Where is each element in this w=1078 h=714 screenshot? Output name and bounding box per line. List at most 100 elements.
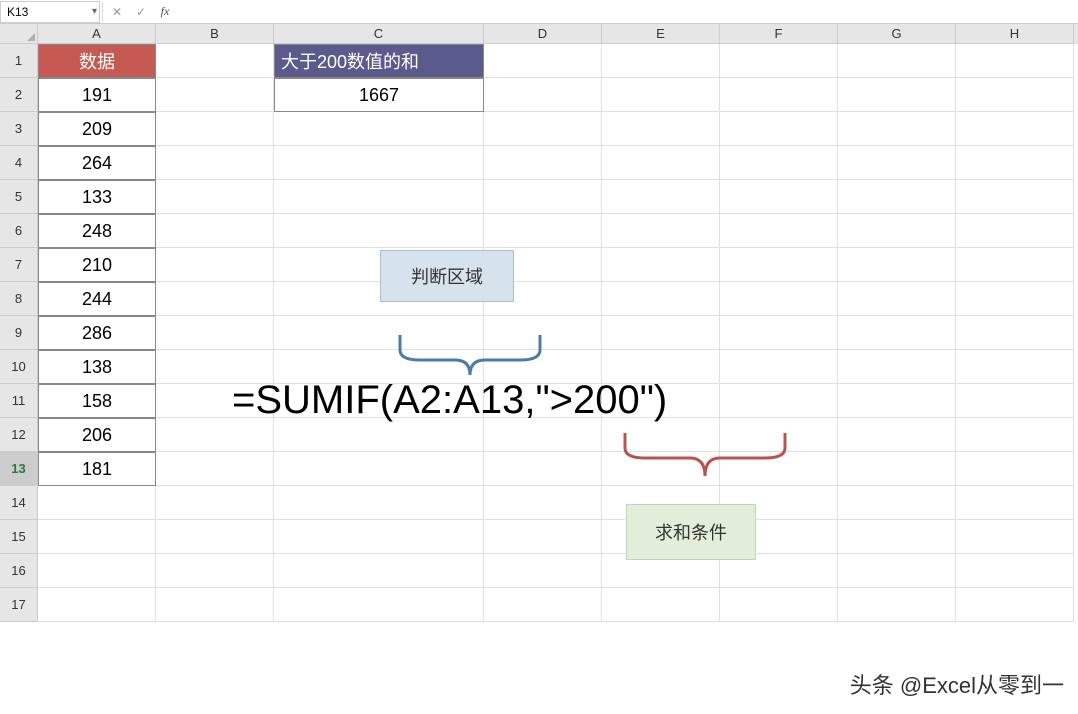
cell[interactable]: 数据: [38, 44, 156, 78]
cell[interactable]: [484, 78, 602, 112]
cell[interactable]: [484, 452, 602, 486]
cell[interactable]: [720, 350, 838, 384]
row-header[interactable]: 17: [0, 588, 38, 622]
cell[interactable]: [38, 554, 156, 588]
cell[interactable]: 1667: [274, 78, 484, 112]
cell[interactable]: [156, 486, 274, 520]
cell[interactable]: [720, 78, 838, 112]
cell[interactable]: [602, 316, 720, 350]
cell[interactable]: [720, 282, 838, 316]
cell[interactable]: [720, 248, 838, 282]
select-all-corner[interactable]: [0, 24, 38, 44]
cell[interactable]: [720, 214, 838, 248]
row-header[interactable]: 7: [0, 248, 38, 282]
cell[interactable]: [274, 554, 484, 588]
cell[interactable]: [602, 78, 720, 112]
formula-input[interactable]: [177, 1, 1078, 23]
cell[interactable]: 248: [38, 214, 156, 248]
cell[interactable]: [274, 520, 484, 554]
cell[interactable]: [484, 486, 602, 520]
cell[interactable]: [838, 384, 956, 418]
cell[interactable]: [838, 350, 956, 384]
row-header[interactable]: 1: [0, 44, 38, 78]
cell[interactable]: [602, 282, 720, 316]
cell[interactable]: [956, 112, 1074, 146]
cell[interactable]: 244: [38, 282, 156, 316]
cell[interactable]: [484, 418, 602, 452]
cell[interactable]: [602, 214, 720, 248]
cell[interactable]: [274, 452, 484, 486]
cell[interactable]: 206: [38, 418, 156, 452]
cell[interactable]: [956, 282, 1074, 316]
cell[interactable]: [956, 78, 1074, 112]
cell[interactable]: 210: [38, 248, 156, 282]
cell[interactable]: [156, 588, 274, 622]
cell[interactable]: [838, 180, 956, 214]
row-header[interactable]: 14: [0, 486, 38, 520]
accept-icon[interactable]: ✓: [129, 1, 153, 23]
row-header[interactable]: 4: [0, 146, 38, 180]
cell[interactable]: [956, 384, 1074, 418]
cell[interactable]: [156, 44, 274, 78]
col-header-E[interactable]: E: [602, 24, 720, 44]
cell[interactable]: [602, 112, 720, 146]
cell[interactable]: [838, 78, 956, 112]
cell[interactable]: [956, 214, 1074, 248]
cell[interactable]: [274, 418, 484, 452]
cell[interactable]: [602, 248, 720, 282]
cell[interactable]: [156, 520, 274, 554]
cell[interactable]: [720, 180, 838, 214]
cell[interactable]: [484, 112, 602, 146]
row-header[interactable]: 9: [0, 316, 38, 350]
row-header[interactable]: 15: [0, 520, 38, 554]
cell[interactable]: [484, 214, 602, 248]
cell[interactable]: [156, 78, 274, 112]
cell[interactable]: [838, 486, 956, 520]
cell[interactable]: [602, 146, 720, 180]
row-header[interactable]: 12: [0, 418, 38, 452]
cell[interactable]: [602, 44, 720, 78]
row-header[interactable]: 10: [0, 350, 38, 384]
col-header-H[interactable]: H: [956, 24, 1074, 44]
cell[interactable]: [156, 316, 274, 350]
name-box-dropdown-icon[interactable]: ▾: [92, 6, 97, 17]
cell[interactable]: 286: [38, 316, 156, 350]
row-header[interactable]: 13: [0, 452, 38, 486]
cell[interactable]: [156, 418, 274, 452]
cell[interactable]: [274, 180, 484, 214]
cell[interactable]: [484, 180, 602, 214]
cell[interactable]: [156, 248, 274, 282]
cell[interactable]: [720, 588, 838, 622]
cell[interactable]: [720, 316, 838, 350]
cell[interactable]: 158: [38, 384, 156, 418]
row-header[interactable]: 6: [0, 214, 38, 248]
cell[interactable]: [956, 452, 1074, 486]
row-header[interactable]: 3: [0, 112, 38, 146]
cell[interactable]: [484, 146, 602, 180]
cell[interactable]: [838, 316, 956, 350]
cell[interactable]: [602, 588, 720, 622]
cell[interactable]: [274, 112, 484, 146]
cell[interactable]: [838, 44, 956, 78]
col-header-A[interactable]: A: [38, 24, 156, 44]
cell[interactable]: [838, 214, 956, 248]
cell[interactable]: [484, 588, 602, 622]
cell[interactable]: [38, 520, 156, 554]
cell[interactable]: [956, 316, 1074, 350]
cell[interactable]: [838, 452, 956, 486]
cell[interactable]: [156, 554, 274, 588]
row-header[interactable]: 2: [0, 78, 38, 112]
cell[interactable]: 133: [38, 180, 156, 214]
cell[interactable]: [838, 248, 956, 282]
row-header[interactable]: 8: [0, 282, 38, 316]
cell[interactable]: [484, 554, 602, 588]
cell[interactable]: [956, 180, 1074, 214]
row-header[interactable]: 11: [0, 384, 38, 418]
cell[interactable]: [838, 554, 956, 588]
cell[interactable]: 191: [38, 78, 156, 112]
cell[interactable]: [956, 520, 1074, 554]
cell[interactable]: 大于200数值的和: [274, 44, 484, 78]
cell[interactable]: [156, 214, 274, 248]
cell[interactable]: [956, 248, 1074, 282]
row-header[interactable]: 5: [0, 180, 38, 214]
